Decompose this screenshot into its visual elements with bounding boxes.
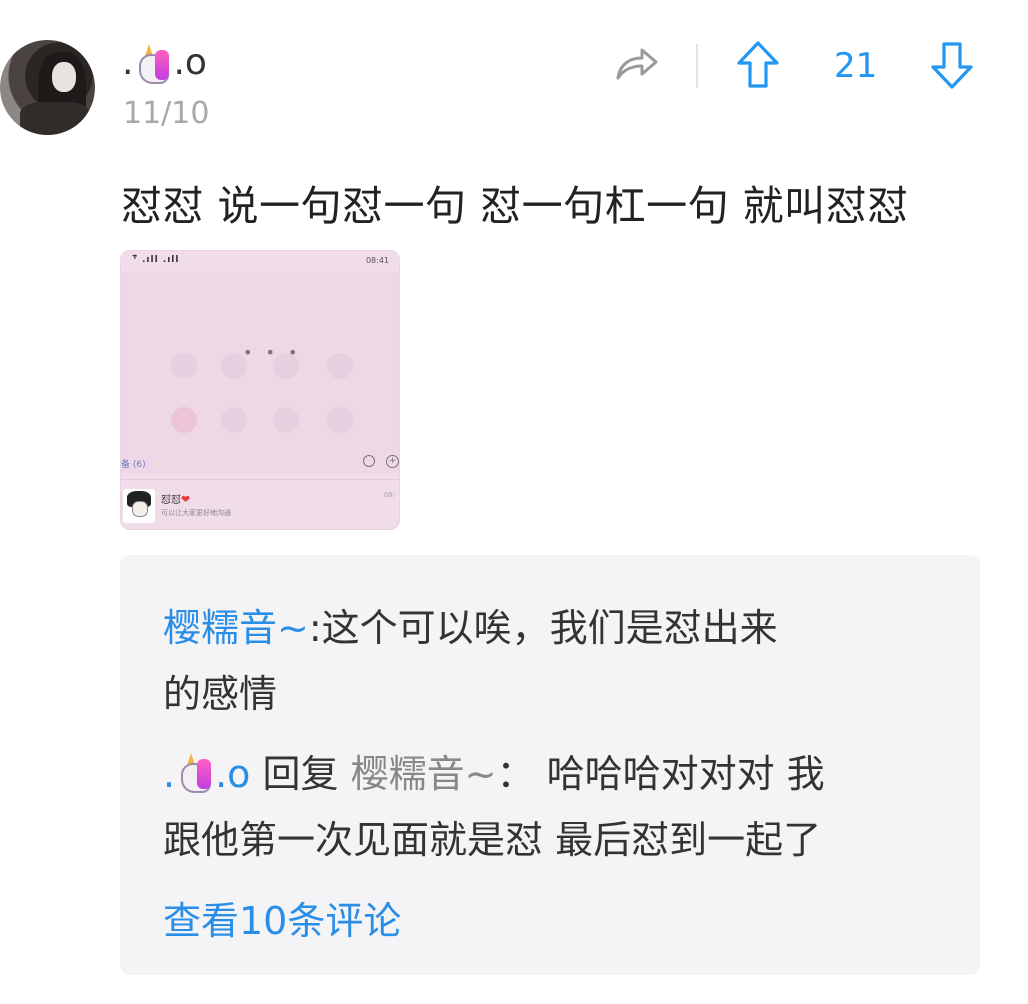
reply-separator: ： [496,752,535,796]
thumb-plus-icon: + [386,455,399,468]
comments-box: 樱糯音~:这个可以唉，我们是怼出来 的感情 . .o 回复 樱糯音~： 哈哈哈对对… [120,555,980,975]
thumb-status-bar: ᵀ᷈ .ıll .ıll 08:41 [121,251,399,273]
comment-text-cont: 的感情 [163,672,278,716]
upvote-arrow-icon[interactable] [736,40,780,90]
thumb-chat-name-text: 怼怼 [161,495,181,506]
reply-text: 哈哈哈对对对 我 [546,752,825,796]
vote-count: 21 [834,46,878,86]
reply-author-prefix: . [163,752,176,796]
thumb-signal: ᵀ᷈ .ıll .ıll [133,255,180,265]
post-date: 11/10 [123,96,210,131]
thumb-list-label: 备 (6) [121,460,146,470]
user-avatar[interactable] [0,40,95,135]
avatar-body [20,102,90,135]
thumb-time: 08:41 [365,256,389,265]
post-image-thumbnail[interactable]: ᵀ᷈ .ıll .ıll 08:41 • • • 备 (6) + 怼怼❤ 可以让… [120,250,400,530]
unicorn-icon [135,43,171,84]
reply-author[interactable]: . .o [163,752,250,796]
view-more-comments-link[interactable]: 查看10条评论 [163,890,401,945]
comment-line: 的感情 [163,663,277,718]
share-arrow-icon[interactable] [612,42,660,86]
divider [696,44,698,88]
downvote-arrow-icon[interactable] [930,40,974,90]
thumb-chat-time: 08: [383,491,395,499]
username[interactable]: . .o [122,42,207,84]
comment-author[interactable]: 樱糯音~ [163,606,309,650]
thumb-chat-avatar [123,489,155,523]
thumb-chat-preview: 可以让大家更好地沟通 [161,509,231,517]
reply-line: 跟他第一次见面就是怼 最后怼到一起了 [163,809,821,864]
thumb-chat-name: 怼怼❤ [161,491,190,506]
comment-line: 樱糯音~:这个可以唉，我们是怼出来 [163,597,778,652]
comment-text: 这个可以唉，我们是怼出来 [321,606,778,650]
avatar-face [52,62,76,92]
post-text: 怼怼 说一句怼一句 怼一句杠一句 就叫怼怼 [121,182,909,230]
thumb-blurred-area: • • • [121,273,399,473]
reply-target[interactable]: 樱糯音~ [351,752,497,796]
heart-icon: ❤ [181,493,191,506]
thumb-divider [121,479,399,480]
post-card: . .o 11/10 21 怼怼 说一句怼一句 怼一句杠一句 就叫怼怼 ᵀ᷈ .… [0,0,1028,1004]
reply-word: 回复 [262,752,339,796]
username-prefix: . [122,42,134,83]
reply-author-suffix: .o [215,752,251,796]
reply-line: . .o 回复 樱糯音~： 哈哈哈对对对 我 [163,743,825,798]
unicorn-icon [177,753,213,793]
thumb-search-icon [363,455,375,467]
thumb-dots: • • • [243,343,302,362]
username-suffix: .o [173,42,207,83]
comment-separator: : [308,606,322,650]
reply-text-cont: 跟他第一次见面就是怼 最后怼到一起了 [163,818,822,862]
